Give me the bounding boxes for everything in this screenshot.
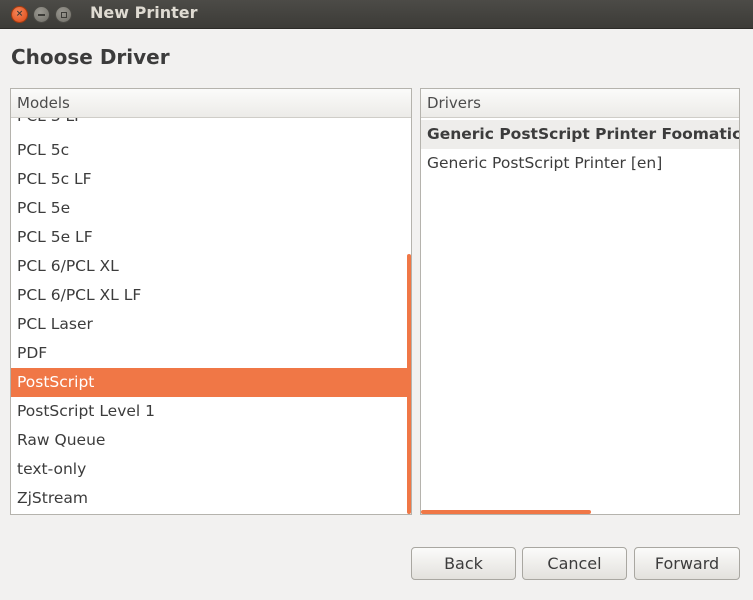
model-item-zjstream[interactable]: ZjStream xyxy=(11,484,408,513)
minimize-glyph xyxy=(38,13,45,16)
close-window-icon[interactable]: × xyxy=(11,6,28,23)
model-item-pdf[interactable]: PDF xyxy=(11,339,408,368)
maximize-glyph xyxy=(60,11,67,18)
drivers-list-pane: Drivers Generic PostScript Printer Fooma… xyxy=(420,88,740,515)
models-column-header[interactable]: Models xyxy=(11,89,411,118)
model-item-pcl-laser[interactable]: PCL Laser xyxy=(11,310,408,339)
drivers-column-header[interactable]: Drivers xyxy=(421,89,739,118)
window-title: New Printer xyxy=(90,3,198,22)
page-heading: Choose Driver xyxy=(11,45,170,69)
cancel-button[interactable]: Cancel xyxy=(522,547,627,580)
back-button[interactable]: Back xyxy=(411,547,516,580)
models-list-pane: Models PCL 3 LF PCL 5c PCL 5c LF PCL 5e … xyxy=(10,88,412,515)
models-scrollbar[interactable] xyxy=(407,254,411,514)
drivers-horizontal-scrollbar[interactable] xyxy=(421,510,591,514)
model-item-pcl-5c[interactable]: PCL 5c xyxy=(11,136,408,165)
model-item-text-only[interactable]: text-only xyxy=(11,455,408,484)
title-bar: × New Printer xyxy=(0,0,753,29)
model-item-pcl-3-lf[interactable]: PCL 3 LF xyxy=(11,118,408,131)
model-item-pcl-5e-lf[interactable]: PCL 5e LF xyxy=(11,223,408,252)
model-item-pcl-6-pcl-xl[interactable]: PCL 6/PCL XL xyxy=(11,252,408,281)
models-list: PCL 3 LF PCL 5c PCL 5c LF PCL 5e PCL 5e … xyxy=(11,118,411,514)
model-item-pcl-6-pcl-xl-lf[interactable]: PCL 6/PCL XL LF xyxy=(11,281,408,310)
minimize-window-icon[interactable] xyxy=(33,6,50,23)
forward-button[interactable]: Forward xyxy=(634,547,740,580)
model-item-pcl-5e[interactable]: PCL 5e xyxy=(11,194,408,223)
driver-item-generic-en[interactable]: Generic PostScript Printer [en] xyxy=(421,149,739,178)
driver-item-foomatic[interactable]: Generic PostScript Printer Foomatic/ xyxy=(421,120,739,149)
model-item-postscript-level-1[interactable]: PostScript Level 1 xyxy=(11,397,408,426)
model-item-raw-queue[interactable]: Raw Queue xyxy=(11,426,408,455)
model-item-pcl-5c-lf[interactable]: PCL 5c LF xyxy=(11,165,408,194)
model-item-postscript-selected[interactable]: PostScript xyxy=(11,368,408,397)
maximize-window-icon[interactable] xyxy=(55,6,72,23)
